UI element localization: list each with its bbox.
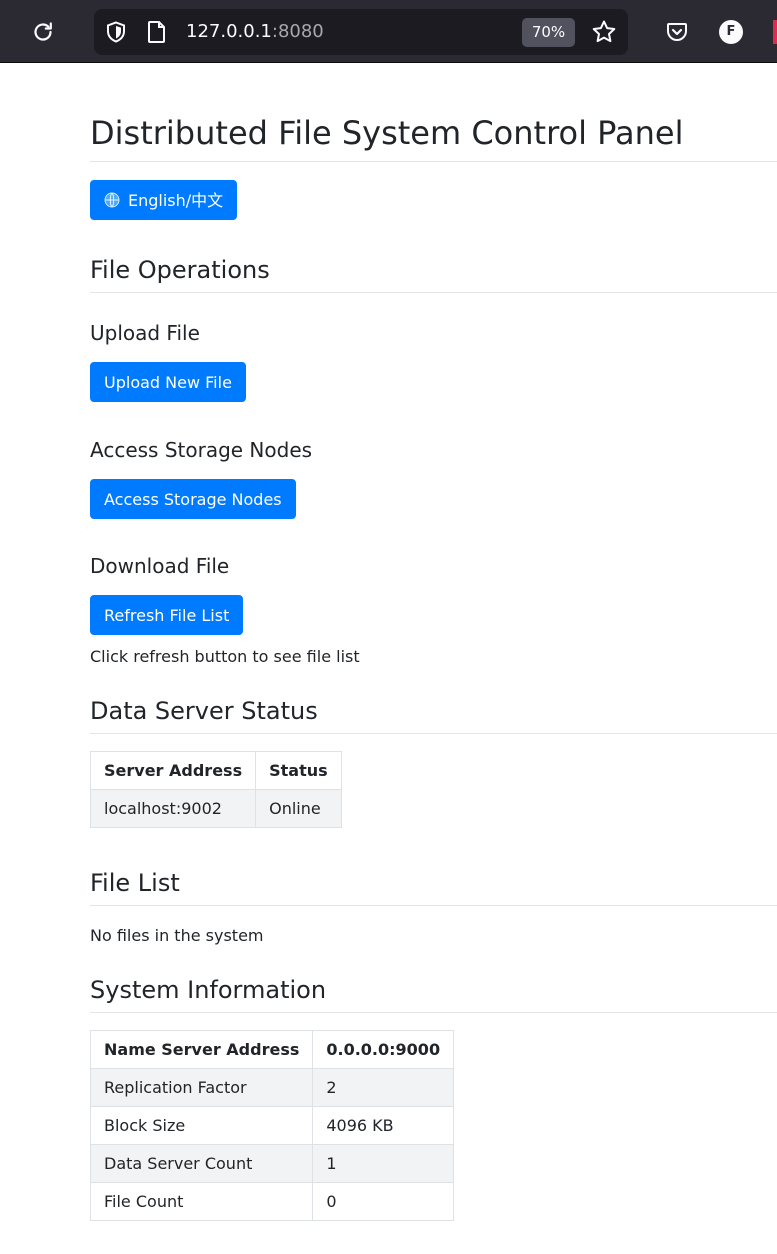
shield-icon[interactable] <box>104 20 128 44</box>
data-server-status-divider <box>90 733 777 734</box>
page-title: Distributed File System Control Panel <box>90 114 684 152</box>
table-row: Name Server Address 0.0.0.0:9000 <box>89 1030 455 1069</box>
reload-icon[interactable] <box>28 17 58 47</box>
upload-file-heading: Upload File <box>90 321 200 345</box>
info-label-cell: Replication Factor <box>89 1068 314 1107</box>
file-operations-heading: File Operations <box>90 256 270 284</box>
table-row: Replication Factor 2 <box>89 1068 455 1107</box>
account-avatar[interactable]: F <box>719 20 743 44</box>
table-row: localhost:9002 Online <box>89 789 342 828</box>
info-value-cell: 0 <box>312 1182 455 1221</box>
file-list-heading: File List <box>90 869 180 897</box>
system-information-divider <box>90 1012 777 1013</box>
title-divider <box>90 161 777 162</box>
url-port: :8080 <box>271 21 324 42</box>
bookmark-star-icon[interactable] <box>591 19 617 45</box>
info-value-cell: 2 <box>312 1068 455 1107</box>
url-text[interactable]: 127.0.0.1:8080 <box>186 21 324 43</box>
column-header-status: Status <box>255 751 342 790</box>
server-address-cell: localhost:9002 <box>89 789 257 828</box>
data-server-table: Server Address Status localhost:9002 Onl… <box>89 751 342 828</box>
info-value-cell: 4096 KB <box>312 1106 455 1145</box>
info-value-cell: 0.0.0.0:9000 <box>312 1030 455 1069</box>
table-row: Data Server Count 1 <box>89 1144 455 1183</box>
pocket-icon[interactable] <box>664 19 690 45</box>
table-header-row: Server Address Status <box>89 751 342 790</box>
upload-new-file-button[interactable]: Upload New File <box>90 362 246 402</box>
globe-icon <box>104 192 120 208</box>
info-label-cell: Data Server Count <box>89 1144 314 1183</box>
url-host: 127.0.0.1 <box>186 21 272 42</box>
zoom-level-button[interactable]: 70% <box>522 18 575 47</box>
info-label-cell: Block Size <box>89 1106 314 1145</box>
access-storage-nodes-button[interactable]: Access Storage Nodes <box>90 479 296 519</box>
column-header-server-address: Server Address <box>89 751 257 790</box>
language-toggle-label: English/中文 <box>128 191 224 210</box>
info-value-cell: 1 <box>312 1144 455 1183</box>
refresh-hint-text: Click refresh button to see file list <box>90 647 360 666</box>
info-label-cell: File Count <box>89 1182 314 1221</box>
page-icon[interactable] <box>146 20 168 44</box>
file-list-empty-text: No files in the system <box>90 926 264 945</box>
system-information-heading: System Information <box>90 976 327 1004</box>
table-row: File Count 0 <box>89 1182 455 1221</box>
table-row: Block Size 4096 KB <box>89 1106 455 1145</box>
extension-icon[interactable] <box>773 20 777 44</box>
language-toggle-button[interactable]: English/中文 <box>90 180 238 220</box>
file-list-divider <box>90 905 777 906</box>
file-operations-divider <box>90 292 777 293</box>
data-server-status-heading: Data Server Status <box>90 697 318 725</box>
browser-toolbar: 127.0.0.1:8080 70% F <box>0 0 777 63</box>
address-bar[interactable]: 127.0.0.1:8080 70% <box>94 9 628 55</box>
refresh-file-list-button[interactable]: Refresh File List <box>90 595 244 635</box>
system-info-table: Name Server Address 0.0.0.0:9000 Replica… <box>89 1030 455 1221</box>
info-label-cell: Name Server Address <box>89 1030 314 1069</box>
access-storage-heading: Access Storage Nodes <box>90 438 313 462</box>
download-file-heading: Download File <box>90 554 230 578</box>
server-status-cell: Online <box>255 789 342 828</box>
